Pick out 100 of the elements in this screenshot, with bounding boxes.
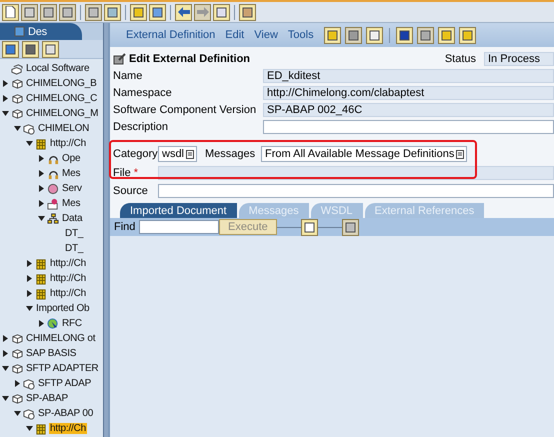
tree-item[interactable]: SAP BASIS [25, 348, 78, 359]
tree-item[interactable]: http://Ch [49, 423, 87, 434]
toolbar-button[interactable] [438, 26, 455, 44]
expand-arrow-icon[interactable] [38, 170, 45, 177]
tree-item[interactable]: Imported Ob [35, 303, 90, 314]
input-field[interactable]: SP-ABAP 002_46C [263, 103, 554, 117]
tree-item[interactable]: Ope [61, 153, 82, 164]
toolbar-button[interactable] [130, 4, 147, 20]
tree-item[interactable]: Serv [61, 183, 83, 194]
collapse-arrow-icon[interactable] [38, 215, 45, 222]
expand-arrow-icon[interactable] [26, 260, 33, 267]
design-tab[interactable]: Des [0, 23, 82, 40]
collapse-arrow-icon[interactable] [2, 395, 9, 402]
box-icon [11, 392, 23, 404]
input-field[interactable]: http://Chimelong.com/clabaptest [263, 86, 554, 100]
expand-arrow-icon[interactable] [2, 95, 9, 102]
tree-item[interactable]: http://Ch [49, 273, 87, 284]
menu-item[interactable]: Edit [225, 29, 244, 41]
toolbar-button[interactable] [21, 4, 38, 20]
grid-icon [35, 258, 47, 270]
tree-item[interactable]: CHIMELON [37, 123, 90, 134]
expand-arrow-icon[interactable] [14, 380, 21, 387]
expand-arrow-icon[interactable] [38, 320, 45, 327]
back-button[interactable] [175, 4, 192, 20]
tree-item[interactable]: SFTP ADAPTER [25, 363, 100, 374]
field-label: Status [444, 52, 476, 64]
forward-button[interactable] [194, 4, 211, 20]
menu-item[interactable]: External Definition [126, 29, 216, 41]
tree-item[interactable]: Data [61, 213, 84, 224]
toolbar-button[interactable] [342, 218, 359, 236]
toolbar-button[interactable] [42, 40, 59, 58]
toolbar-button[interactable] [59, 4, 76, 20]
grid-icon [35, 288, 47, 300]
toolbar-button[interactable] [416, 26, 434, 44]
expand-arrow-icon[interactable] [26, 275, 33, 282]
field-label: Namespace [113, 87, 173, 99]
toolbar-button[interactable] [213, 4, 230, 20]
toolbar-button[interactable] [85, 4, 102, 20]
input-field[interactable] [263, 120, 554, 134]
tree-item[interactable]: Mes [61, 198, 82, 209]
tree-item[interactable]: RFC [61, 318, 83, 329]
grid-icon [35, 422, 47, 434]
menu-item[interactable]: Tools [288, 29, 314, 41]
field-label: Messages [205, 148, 256, 160]
input-field[interactable]: ED_kditest [263, 69, 554, 83]
toolbar-button[interactable] [344, 26, 362, 44]
toolbar-button[interactable] [2, 40, 19, 58]
collapse-arrow-icon[interactable] [2, 110, 9, 117]
tree-item[interactable]: SP-ABAP [25, 393, 69, 404]
tab[interactable]: Imported Document [120, 203, 237, 218]
field-label: Name [113, 70, 144, 82]
grid-icon [35, 138, 47, 150]
tree-item[interactable]: DT_ [64, 243, 84, 254]
tree-item[interactable]: http://Ch [49, 258, 87, 269]
category-dropdown[interactable]: wsdl [158, 146, 198, 162]
expand-arrow-icon[interactable] [2, 335, 9, 342]
expand-arrow-icon[interactable] [2, 350, 9, 357]
dropdown-icon[interactable] [456, 150, 464, 158]
collapse-arrow-icon[interactable] [2, 365, 9, 372]
tree-item[interactable]: SFTP ADAP [37, 378, 92, 389]
collapse-arrow-icon[interactable] [26, 305, 33, 312]
toolbar-button[interactable] [40, 4, 57, 20]
tree-item[interactable]: CHIMELONG_C [25, 93, 98, 104]
toolbar-button[interactable] [366, 26, 383, 44]
toolbar-button[interactable] [396, 26, 413, 44]
expand-arrow-icon[interactable] [38, 185, 45, 192]
expand-arrow-icon[interactable] [38, 155, 45, 162]
menu-item[interactable]: View [254, 29, 278, 41]
toolbar-button[interactable] [2, 4, 19, 20]
envelope-icon [47, 198, 59, 210]
expand-arrow-icon[interactable] [26, 290, 33, 297]
tree-item[interactable]: CHIMELONG_M [25, 108, 100, 119]
tree-item[interactable]: CHIMELONG ot [25, 333, 96, 344]
toolbar-button[interactable] [104, 4, 121, 20]
toolbar-button[interactable] [300, 218, 318, 236]
tree-item[interactable]: http://Ch [49, 138, 87, 149]
expand-arrow-icon[interactable] [2, 80, 9, 87]
dropdown-icon[interactable] [186, 150, 194, 158]
field-label: Category [113, 148, 158, 160]
tree-item[interactable]: Local Software [25, 63, 90, 74]
collapse-arrow-icon[interactable] [14, 410, 21, 417]
toolbar-button[interactable] [149, 4, 166, 20]
tree-item[interactable]: Mes [61, 168, 82, 179]
tree-item[interactable]: CHIMELONG_B [25, 78, 98, 89]
grid-icon [35, 272, 47, 284]
toolbar-button[interactable] [458, 26, 476, 44]
box-icon [11, 78, 23, 90]
source-field[interactable] [158, 184, 554, 198]
messages-dropdown[interactable]: From All Available Message Definitions [261, 146, 468, 162]
toolbar-button[interactable] [324, 26, 341, 44]
tree-item[interactable]: http://Ch [49, 288, 87, 299]
expand-arrow-icon[interactable] [38, 200, 45, 207]
tree-item[interactable]: DT_ [64, 228, 84, 239]
collapse-arrow-icon[interactable] [26, 425, 33, 432]
toolbar-button[interactable] [22, 40, 39, 58]
collapse-arrow-icon[interactable] [14, 125, 21, 132]
tree-item[interactable]: SP-ABAP 00 [37, 408, 94, 419]
find-field[interactable] [139, 220, 219, 234]
collapse-arrow-icon[interactable] [26, 140, 33, 147]
toolbar-button[interactable] [239, 4, 256, 20]
